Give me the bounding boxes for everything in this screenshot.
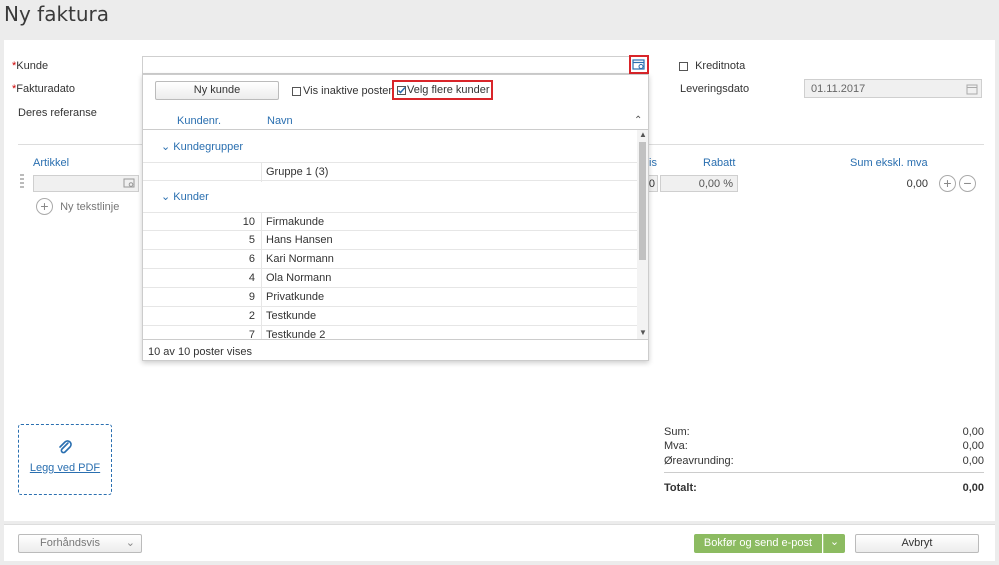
leveringsdato-input[interactable]: 01.11.2017 [804,79,982,98]
add-text-line-button[interactable]: + Ny tekstlinje [36,198,119,215]
col-artikkel: Artikkel [33,157,70,169]
attach-pdf-link[interactable]: Legg ved PDF [19,462,111,474]
list-footer: 10 av 10 poster vises [148,346,252,358]
chevron-down-icon: ⌄ [161,141,171,153]
footer-bar: Forhåndsvis ⌄ Bokfør og send e-post ⌄ Av… [4,524,995,561]
sum-row: Sum: 0,00 [664,426,984,438]
artikkel-input[interactable] [33,175,139,192]
list-item[interactable]: 2 Testkunde [143,307,637,326]
scroll-down-icon[interactable]: ▼ [639,328,647,337]
preview-button[interactable]: Forhåndsvis ⌄ [18,534,142,553]
lookup-icon[interactable] [123,178,135,189]
customer-lookup-button[interactable] [629,55,649,74]
customer-dropdown: Ny kunde Vis inaktive poster Velg flere … [142,74,649,361]
attach-pdf-dropzone[interactable]: Legg ved PDF [18,424,112,495]
drag-handle[interactable] [20,174,24,188]
page-title: Ny faktura [4,2,110,26]
add-line-icon[interactable]: + [939,175,956,192]
calendar-icon[interactable] [966,83,978,95]
deres-referanse-label: Deres referanse [18,107,97,119]
list-item[interactable]: 5 Hans Hansen [143,231,637,250]
chevron-down-icon: ⌄ [161,191,171,203]
col-rabatt: Rabatt [703,157,736,169]
show-inactive-checkbox[interactable]: Vis inaktive poster [292,85,392,97]
kunde-label: *Kunde [12,60,49,72]
group-header-kundegrupper[interactable]: ⌄ Kundegrupper [161,140,243,153]
checked-box-icon[interactable] [397,85,406,95]
new-customer-button[interactable]: Ny kunde [155,81,279,100]
kunde-input[interactable] [142,56,649,74]
group-header-kunder[interactable]: ⌄ Kunder [161,190,209,203]
scroll-up-icon[interactable]: ▲ [639,130,647,139]
list-item[interactable]: 10 Firmakunde [143,212,637,232]
leveringsdato-label: Leveringsdato [680,83,750,95]
chevron-down-icon: ⌄ [125,537,135,549]
post-and-send-button[interactable]: Bokfør og send e-post [694,534,822,553]
paperclip-icon [59,440,72,454]
scrollbar[interactable]: ▲ ▼ [637,130,648,339]
kreditnota-checkbox[interactable]: Kreditnota [679,60,745,72]
customer-list: ⌄ Kundegrupper Gruppe 1 (3) ⌄ Kunder 10 F… [143,130,648,339]
list-item[interactable]: Gruppe 1 (3) [143,162,637,182]
col-pris: is [649,157,657,169]
cancel-button[interactable]: Avbryt [855,534,979,553]
fakturadato-label: *Fakturadato [12,83,75,95]
plus-circle-icon: + [36,198,53,215]
rabatt-input[interactable]: 0,00 % [660,175,738,192]
lookup-icon [632,59,645,70]
col-sum: Sum ekskl. mva [850,157,928,169]
list-item[interactable]: 9 Privatkunde [143,288,637,307]
total-row: Totalt: 0,00 [664,482,984,494]
mva-row: Mva: 0,00 [664,440,984,452]
list-item[interactable]: 4 Ola Normann [143,269,637,288]
list-item[interactable]: 6 Kari Normann [143,250,637,269]
chevron-up-icon[interactable]: ⌃ [634,115,642,126]
col-kundenr[interactable]: Kundenr. [177,115,221,127]
scrollbar-thumb[interactable] [639,142,646,260]
kreditnota-checkbox-box[interactable] [679,61,688,71]
totals-divider [664,472,984,473]
col-navn[interactable]: Navn [267,115,293,127]
rounding-row: Øreavrunding: 0,00 [664,455,984,467]
remove-line-icon[interactable]: − [959,175,976,192]
select-multiple-checkbox[interactable]: Velg flere kunder [392,80,493,100]
list-item[interactable]: 7 Testkunde 2 [143,326,637,339]
line-sum: 0,00 [906,178,928,190]
post-options-chevron-icon[interactable]: ⌄ [823,534,845,553]
